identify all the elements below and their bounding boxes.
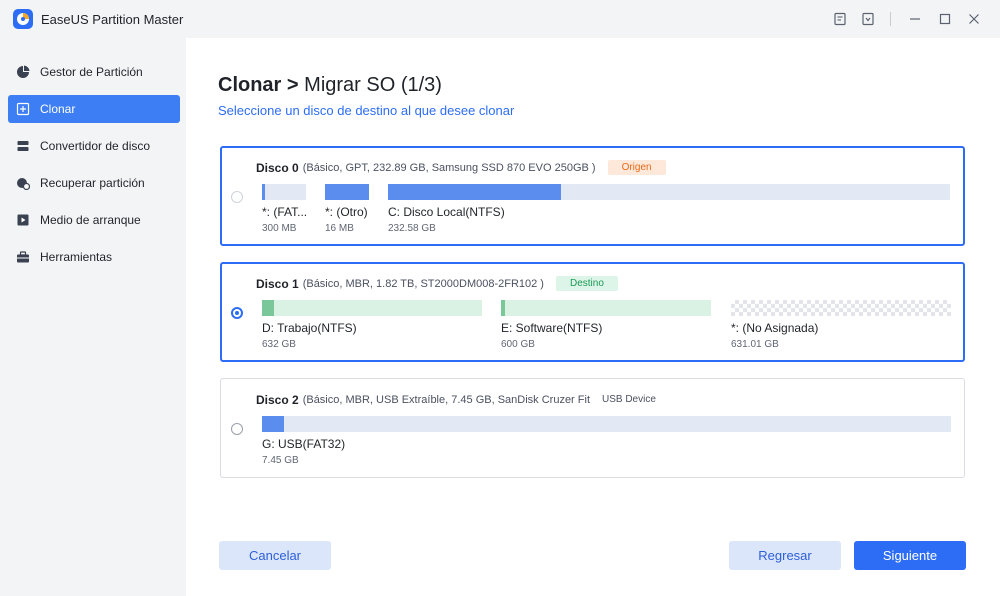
sidebar-item-convertidor-de-disco[interactable]: Convertidor de disco [8, 132, 180, 160]
partition-bar [262, 300, 482, 316]
partition-size: 232.58 GB [388, 223, 436, 234]
disk-card-1[interactable]: Disco 1 (Básico, MBR, 1.82 TB, ST2000DM0… [220, 262, 965, 362]
partition-label: *: (Otro) [325, 205, 368, 219]
disk-header: Disco 1 (Básico, MBR, 1.82 TB, ST2000DM0… [256, 276, 618, 291]
disk-radio[interactable] [231, 423, 243, 435]
cancel-button[interactable]: Cancelar [219, 541, 331, 570]
breadcrumb-step: Migrar SO (1/3) [304, 74, 442, 96]
disk-info: (Básico, GPT, 232.89 GB, Samsung SSD 870… [302, 161, 596, 174]
recover-icon [14, 174, 32, 192]
partition-bar [325, 184, 369, 200]
sidebar-item-label: Clonar [40, 102, 76, 116]
page-title: Clonar [218, 74, 282, 96]
partition-label: *: (FAT... [262, 205, 308, 219]
next-button[interactable]: Siguiente [854, 541, 966, 570]
disk-header: Disco 2 (Básico, MBR, USB Extraíble, 7.4… [256, 392, 660, 407]
disk-name: Disco 2 [256, 392, 299, 407]
sidebar-item-label: Convertidor de disco [40, 139, 151, 153]
partition-size: 300 MB [262, 223, 297, 234]
breadcrumb: Clonar > Migrar SO (1/3) [218, 74, 442, 97]
title-bar: EaseUS Partition Master [0, 0, 1000, 38]
destination-badge: Destino [555, 276, 618, 291]
clone-icon [14, 100, 32, 118]
partition-label: G: USB(FAT32) [262, 437, 346, 451]
partition-size: 632 GB [262, 339, 296, 350]
disk-card-2[interactable]: Disco 2 (Básico, MBR, USB Extraíble, 7.4… [220, 378, 965, 478]
disk-name: Disco 1 [256, 276, 299, 291]
partition-bar [262, 416, 951, 432]
sidebar-item-herramientas[interactable]: Herramientas [8, 243, 180, 271]
app-logo-icon [13, 9, 33, 29]
disk-converter-icon [14, 137, 32, 155]
close-icon[interactable] [965, 10, 983, 28]
partition-usage-fill [501, 300, 505, 316]
partition-label: E: Software(NTFS) [501, 321, 603, 335]
sidebar-item-recuperar-particion[interactable]: Recuperar partición [8, 169, 180, 197]
partition-usage-fill [325, 184, 369, 200]
partition-bar [262, 184, 306, 200]
disk-card-0[interactable]: Disco 0 (Básico, GPT, 232.89 GB, Samsung… [220, 146, 965, 246]
partition-size: 631.01 GB [731, 339, 779, 350]
partition-label: C: Disco Local(NTFS) [388, 205, 505, 219]
partition-label: D: Trabajo(NTFS) [262, 321, 357, 335]
partition-label: *: (No Asignada) [731, 321, 819, 335]
sidebar-item-clonar[interactable]: Clonar [8, 95, 180, 123]
partition-bar [501, 300, 711, 316]
partition-size: 16 MB [325, 223, 354, 234]
partition-usage-fill [262, 300, 274, 316]
sidebar-item-label: Medio de arranque [40, 213, 141, 227]
partition-size: 600 GB [501, 339, 535, 350]
source-badge: Origen [607, 160, 666, 175]
feedback-icon[interactable] [831, 10, 849, 28]
usb-device-badge: USB Device [602, 394, 656, 405]
sidebar: Gestor de Partición Clonar Convertidor d… [0, 38, 186, 596]
partition-usage-fill [262, 184, 265, 200]
boot-media-icon [14, 211, 32, 229]
unallocated-bar [731, 300, 951, 316]
partition-usage-fill [388, 184, 561, 200]
sidebar-item-label: Gestor de Partición [40, 65, 143, 79]
disk-name: Disco 0 [256, 160, 299, 175]
sidebar-item-medio-de-arranque[interactable]: Medio de arranque [8, 206, 180, 234]
breadcrumb-separator: > [286, 74, 299, 96]
partition-size: 7.45 GB [262, 455, 299, 466]
disk-header: Disco 0 (Básico, GPT, 232.89 GB, Samsung… [256, 160, 666, 175]
maximize-icon[interactable] [936, 10, 954, 28]
minimize-icon[interactable] [906, 10, 924, 28]
disk-radio[interactable] [231, 191, 243, 203]
disk-info: (Básico, MBR, USB Extraíble, 7.45 GB, Sa… [302, 393, 590, 406]
titlebar-divider [890, 12, 891, 26]
sidebar-item-label: Recuperar partición [40, 176, 145, 190]
toolbox-icon [14, 248, 32, 266]
app-title: EaseUS Partition Master [41, 12, 184, 27]
main-panel: Clonar > Migrar SO (1/3) Seleccione un d… [186, 38, 1000, 596]
sidebar-item-label: Herramientas [40, 250, 113, 264]
sidebar-item-gestor-de-particion[interactable]: Gestor de Partición [8, 58, 180, 86]
disk-radio[interactable] [231, 307, 243, 319]
page-subtitle: Seleccione un disco de destino al que de… [218, 103, 515, 118]
menu-icon[interactable] [859, 10, 877, 28]
partition-bar [388, 184, 950, 200]
partition-usage-fill [262, 416, 284, 432]
back-button[interactable]: Regresar [729, 541, 841, 570]
pie-chart-icon [14, 63, 32, 81]
disk-info: (Básico, MBR, 1.82 TB, ST2000DM008-2FR10… [302, 277, 544, 290]
